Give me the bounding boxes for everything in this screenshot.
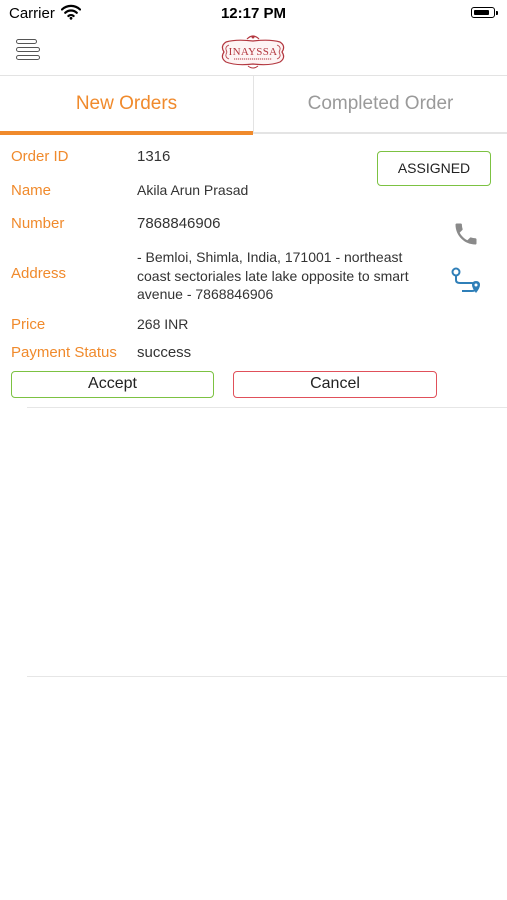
status-badge: ASSIGNED bbox=[377, 151, 491, 186]
logo-text: INAYSSA bbox=[229, 46, 278, 58]
tab-completed-order[interactable]: Completed Order bbox=[254, 76, 507, 132]
status-time: 12:17 PM bbox=[220, 5, 287, 22]
number-label: Number bbox=[11, 215, 65, 232]
active-tab-indicator bbox=[0, 131, 253, 135]
brand-logo: INAYSSA bbox=[221, 35, 285, 69]
price-value: 268 INR bbox=[137, 316, 189, 332]
payment-status-value: success bbox=[137, 344, 192, 361]
list-divider bbox=[27, 676, 507, 677]
order-card: Order ID 1316 ASSIGNED Name Akila Arun P… bbox=[0, 140, 507, 408]
name-value: Akila Arun Prasad bbox=[137, 182, 249, 198]
phone-icon[interactable] bbox=[452, 220, 480, 248]
accept-button[interactable]: Accept bbox=[11, 371, 214, 398]
number-value: 7868846906 bbox=[137, 215, 221, 232]
tab-bar: New Orders Completed Order bbox=[0, 76, 507, 136]
tab-new-orders[interactable]: New Orders bbox=[0, 76, 253, 132]
address-label: Address bbox=[11, 265, 67, 282]
price-label: Price bbox=[11, 316, 46, 333]
cancel-button[interactable]: Cancel bbox=[233, 371, 437, 398]
order-id-value: 1316 bbox=[137, 148, 171, 165]
nav-bar: INAYSSA bbox=[0, 28, 507, 75]
menu-icon[interactable] bbox=[16, 38, 42, 62]
payment-status-label: Payment Status bbox=[11, 344, 117, 361]
order-id-label: Order ID bbox=[11, 148, 69, 165]
name-label: Name bbox=[11, 182, 52, 199]
status-bar: Carrier 12:17 PM bbox=[0, 0, 507, 28]
address-value: - Bemloi, Shimla, India, 171001 - northe… bbox=[137, 249, 409, 302]
tab-baseline bbox=[253, 132, 507, 134]
card-divider bbox=[27, 407, 507, 408]
route-icon[interactable] bbox=[450, 267, 482, 297]
battery-icon bbox=[471, 7, 498, 18]
